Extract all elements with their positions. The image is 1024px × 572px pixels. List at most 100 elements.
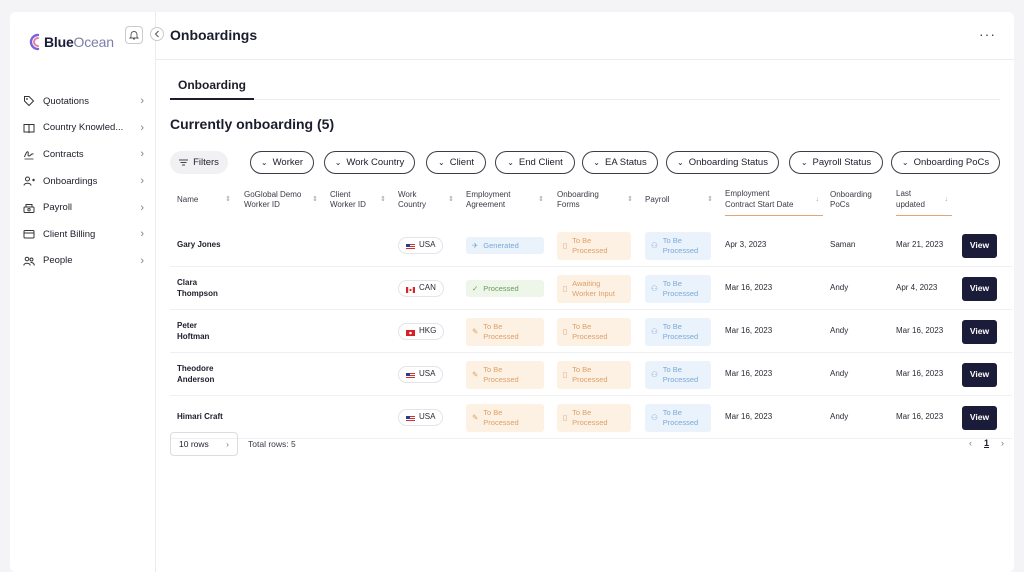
brand-logo[interactable]: BlueOcean: [26, 30, 114, 54]
forms-status-badge: ▯ To Be Processed: [557, 317, 631, 346]
document-icon: ▯: [563, 283, 568, 293]
filter-chip-worker[interactable]: ⌄ Worker: [250, 151, 314, 174]
sort-icon: ⇕: [312, 196, 318, 203]
flag-icon: [406, 372, 415, 379]
cell-onboarding-pocs: Andy: [830, 369, 849, 379]
filter-chip-client[interactable]: ⌄ Client: [426, 151, 486, 174]
sidebar-item-quotations[interactable]: Quotations ›: [10, 88, 156, 115]
people-icon: [22, 254, 35, 267]
cell-onboarding-forms: ▯ To Be Processed: [557, 353, 635, 396]
status-icon: ✓: [472, 283, 479, 293]
column-header-goglobal-worker-id[interactable]: GoGlobal Demo Worker ID ⇕: [244, 184, 322, 216]
cell-name: Gary Jones: [177, 240, 221, 250]
sidebar: BlueOcean Quotations › Country Knowled..…: [10, 12, 156, 572]
view-button[interactable]: View: [962, 276, 997, 301]
column-header-employment-agreement[interactable]: Employment Agreement ⇕: [466, 184, 548, 216]
sidebar-item-label: Quotations: [43, 95, 89, 107]
sidebar-nav: Quotations › Country Knowled... › Contra…: [10, 88, 156, 274]
column-header-contract-start-date[interactable]: Employment Contract Start Date ↓: [725, 184, 823, 216]
user-icon: ⚇: [651, 240, 658, 250]
status-icon: ✈: [472, 240, 479, 250]
cell-actions: View: [962, 224, 1002, 267]
cell-contract-start-date: Mar 16, 2023: [725, 369, 773, 379]
filter-chip-ea-status[interactable]: ⌄ EA Status: [582, 151, 658, 174]
sidebar-item-payroll[interactable]: Payroll ›: [10, 194, 156, 221]
page-navigation: ‹ 1 ›: [969, 438, 1004, 448]
filter-chip-payroll-status[interactable]: ⌄ Payroll Status: [789, 151, 883, 174]
column-header-work-country[interactable]: Work Country ⇕: [398, 184, 458, 216]
cell-actions: View: [962, 310, 1002, 353]
table-row[interactable]: Peter Hoftman HKG ✎ To Be Processed ▯ To B…: [170, 310, 1012, 353]
more-options-icon[interactable]: ···: [979, 26, 996, 42]
tag-icon: [22, 95, 35, 108]
next-page-button[interactable]: ›: [1001, 438, 1004, 448]
cell-contract-start-date: Apr 3, 2023: [725, 240, 767, 250]
cell-employment-agreement: ✓ Processed: [466, 267, 546, 310]
filters-button[interactable]: Filters: [170, 151, 228, 174]
country-pill: USA: [398, 366, 444, 383]
column-header-last-updated[interactable]: Last updated ↓: [896, 184, 952, 216]
table-row[interactable]: Clara Thompson CAN ✓ Processed ▯ Awaiting…: [170, 267, 1012, 310]
table-row[interactable]: Theodore Anderson USA ✎ To Be Processed ▯ …: [170, 353, 1012, 396]
flag-icon: [406, 286, 415, 293]
filter-chip-end-client[interactable]: ⌄ End Client: [495, 151, 575, 174]
user-add-icon: [22, 175, 35, 188]
country-pill: CAN: [398, 280, 444, 297]
sidebar-item-client-billing[interactable]: Client Billing ›: [10, 221, 156, 248]
cell-payroll: ⚇ To Be Processed: [645, 353, 715, 396]
cell-employment-agreement: ✈ Generated: [466, 224, 546, 267]
sidebar-item-contracts[interactable]: Contracts ›: [10, 141, 156, 168]
cell-work-country: USA: [398, 224, 460, 267]
view-button[interactable]: View: [962, 362, 997, 387]
column-header-payroll[interactable]: Payroll ⇕: [645, 184, 717, 216]
document-icon: ▯: [563, 412, 568, 422]
status-icon: ✎: [472, 326, 479, 336]
notifications-bell-icon[interactable]: [125, 26, 143, 44]
view-button[interactable]: View: [962, 319, 997, 344]
table-row[interactable]: Gary Jones USA ✈ Generated ▯ To Be Proces…: [170, 224, 1012, 267]
current-page-number[interactable]: 1: [984, 438, 989, 448]
forms-status-badge: ▯ Awaiting Worker Input: [557, 274, 631, 303]
payroll-status-badge: ⚇ To Be Processed: [645, 231, 711, 260]
view-button[interactable]: View: [962, 233, 997, 258]
sidebar-item-label: Onboardings: [43, 175, 98, 187]
ea-status-badge: ✈ Generated: [466, 237, 544, 254]
tab-onboarding[interactable]: Onboarding: [170, 74, 254, 100]
filter-chip-onboarding-pocs[interactable]: ⌄ Onboarding PoCs: [891, 151, 1000, 174]
chevron-down-icon: ⌄: [677, 158, 684, 167]
card-icon: [22, 228, 35, 241]
ea-status-badge: ✎ To Be Processed: [466, 360, 544, 389]
sidebar-item-onboardings[interactable]: Onboardings ›: [10, 168, 156, 195]
cell-name: Clara Thompson: [177, 278, 218, 298]
flag-icon: [406, 415, 415, 422]
chevron-right-icon: ›: [140, 228, 144, 241]
cell-onboarding-pocs: Saman: [830, 240, 856, 250]
filter-chip-work-country[interactable]: ⌄ Work Country: [324, 151, 415, 174]
column-header-onboarding-pocs[interactable]: Onboarding PoCs: [830, 184, 888, 216]
ea-status-badge: ✎ To Be Processed: [466, 317, 544, 346]
cell-last-updated: Mar 21, 2023: [896, 240, 944, 250]
section-title: Currently onboarding (5): [170, 116, 335, 132]
column-header-client-worker-id[interactable]: Client Worker ID ⇕: [330, 184, 390, 216]
column-header-name[interactable]: Name ⇕: [177, 184, 235, 216]
chevron-down-icon: ⌄: [438, 158, 445, 167]
collapse-sidebar-chevron-left-icon[interactable]: [150, 27, 164, 41]
chevron-right-icon: ›: [140, 254, 144, 267]
sort-desc-icon: ↓: [815, 196, 820, 203]
sort-icon: ⇕: [448, 196, 454, 203]
total-rows-label: Total rows: 5: [248, 439, 296, 449]
cell-contract-start-date: Mar 16, 2023: [725, 283, 773, 293]
document-icon: ▯: [563, 369, 568, 379]
sidebar-item-people[interactable]: People ›: [10, 248, 156, 275]
forms-status-badge: ▯ To Be Processed: [557, 360, 631, 389]
column-header-onboarding-forms[interactable]: Onboarding Forms ⇕: [557, 184, 637, 216]
rows-per-page-select[interactable]: 10 rows ›: [170, 432, 238, 456]
chevron-down-icon: ⌄: [334, 158, 342, 167]
view-button[interactable]: View: [962, 405, 997, 430]
filter-chip-onboarding-status[interactable]: ⌄ Onboarding Status: [666, 151, 779, 174]
sidebar-item-label: Contracts: [43, 148, 84, 160]
sort-icon: ⇕: [538, 196, 544, 203]
prev-page-button[interactable]: ‹: [969, 438, 972, 448]
country-pill: USA: [398, 237, 444, 254]
sidebar-item-country-knowledge[interactable]: Country Knowled... ›: [10, 115, 156, 142]
